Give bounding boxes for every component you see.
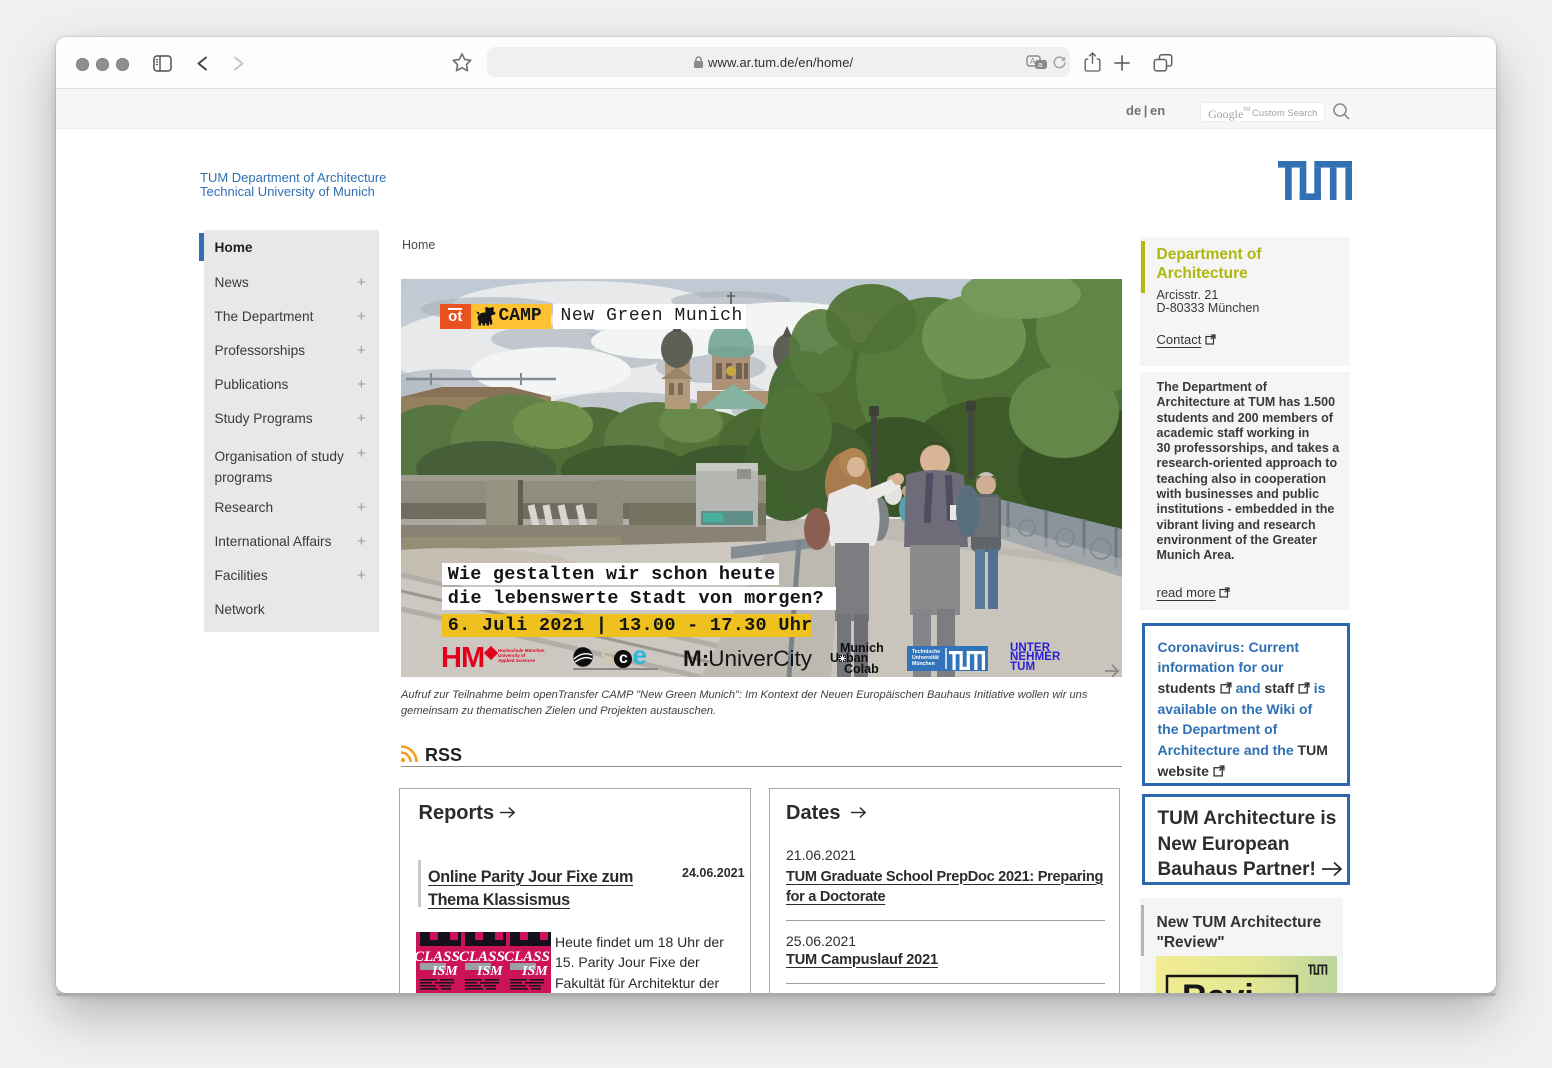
svg-text:Revi: Revi xyxy=(1182,978,1254,994)
